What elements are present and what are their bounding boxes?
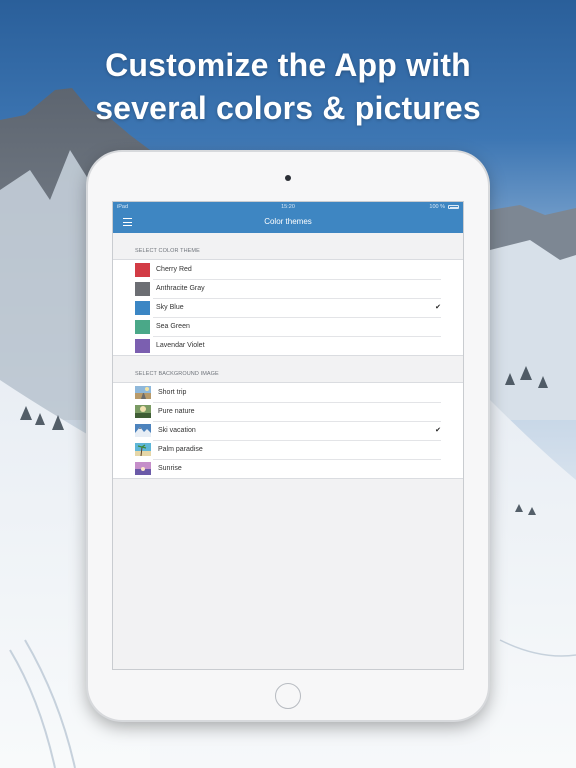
clock-label: 15:20 (281, 204, 295, 210)
color-swatch (135, 319, 150, 334)
background-option-label: Short trip (158, 389, 187, 396)
color-swatch (135, 262, 150, 277)
promo-headline: Customize the App with several colors & … (0, 44, 576, 130)
color-option-label: Anthracite Gray (156, 285, 205, 292)
background-option-pure-nature[interactable]: Pure nature (113, 402, 463, 421)
page-title: Color themes (264, 217, 312, 226)
sunrise-thumbnail (135, 462, 151, 475)
headline-line-1: Customize the App with (105, 47, 471, 83)
ipad-device-frame: iPad 15:20 100 % Color themes SELECT COL… (88, 152, 488, 720)
background-image-list: Short trip Pure nature Ski vacation ✔ Pa… (113, 382, 463, 479)
background-option-palm-paradise[interactable]: Palm paradise (113, 440, 463, 459)
color-option-cherry-red[interactable]: Cherry Red (113, 260, 463, 279)
background-option-label: Palm paradise (158, 446, 203, 453)
navigation-bar: Color themes (113, 212, 463, 233)
color-option-anthracite-gray[interactable]: Anthracite Gray (113, 279, 463, 298)
color-theme-list: Cherry Red Anthracite Gray Sky Blue ✔ Se… (113, 259, 463, 356)
battery-icon (448, 205, 459, 209)
background-option-ski-vacation[interactable]: Ski vacation ✔ (113, 421, 463, 440)
background-option-label: Pure nature (158, 408, 195, 415)
color-swatch (135, 338, 150, 353)
front-camera (285, 175, 291, 181)
color-option-label: Lavendar Violet (156, 342, 205, 349)
color-section-header: SELECT COLOR THEME (135, 248, 200, 254)
background-option-label: Ski vacation (158, 427, 196, 434)
background-option-sunrise[interactable]: Sunrise (113, 459, 463, 478)
color-option-label: Sea Green (156, 323, 190, 330)
color-swatch (135, 281, 150, 296)
background-option-short-trip[interactable]: Short trip (113, 383, 463, 402)
palm-thumbnail (135, 443, 151, 456)
checkmark-icon: ✔ (435, 304, 441, 311)
color-option-label: Cherry Red (156, 266, 192, 273)
color-option-sky-blue[interactable]: Sky Blue ✔ (113, 298, 463, 317)
battery-percent: 100 % (429, 204, 445, 210)
color-swatch (135, 300, 150, 315)
color-option-lavendar-violet[interactable]: Lavendar Violet (113, 336, 463, 355)
road-thumbnail (135, 386, 151, 399)
device-screen: iPad 15:20 100 % Color themes SELECT COL… (112, 201, 464, 670)
background-section-header: SELECT BACKGROUND IMAGE (135, 371, 219, 377)
checkmark-icon: ✔ (435, 427, 441, 434)
mountain-thumbnail (135, 424, 151, 437)
headline-line-2: several colors & pictures (95, 90, 481, 126)
color-option-sea-green[interactable]: Sea Green (113, 317, 463, 336)
forest-thumbnail (135, 405, 151, 418)
battery-indicator: 100 % (429, 204, 459, 210)
home-button[interactable] (275, 683, 301, 709)
status-bar: iPad 15:20 100 % (113, 202, 463, 212)
background-option-label: Sunrise (158, 465, 182, 472)
color-option-label: Sky Blue (156, 304, 184, 311)
